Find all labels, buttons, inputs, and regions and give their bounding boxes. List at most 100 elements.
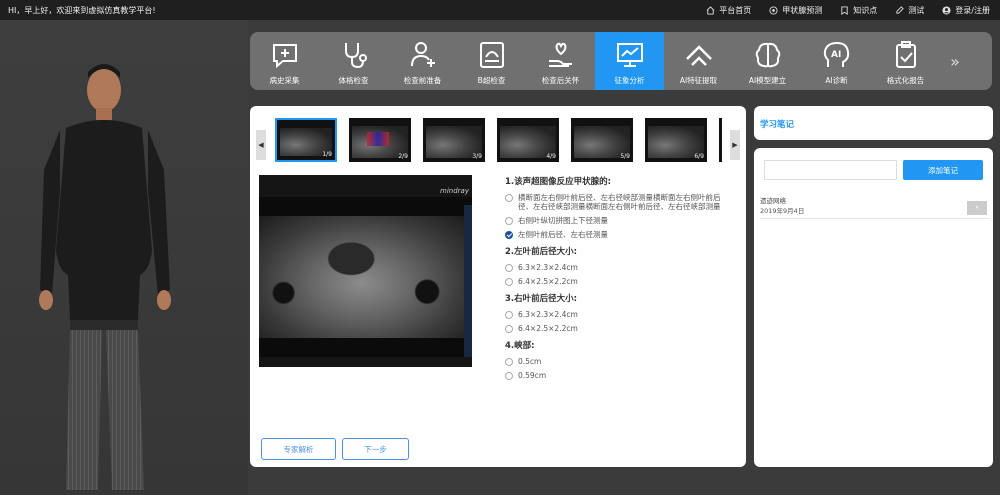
radio-button[interactable] [505,311,513,319]
step-pre-exam[interactable]: 检查前准备 [388,32,457,90]
double-chevron-right-icon: » [950,51,960,71]
option-text: 横断面左右侧叶前后径、左右径峡部测量横断面左右侧叶前后径、左右径峡部测量横断面左… [518,193,721,211]
edit-icon [896,5,905,14]
brain-icon [755,42,780,68]
step-ai-model[interactable]: AI模型建立 [733,32,802,90]
option-text: 6.3×2.3×2.4cm [518,310,578,319]
thumbnail-5[interactable]: 5/9 [571,118,633,162]
step-bar: 病史采集 体格检查 检查前准备 B超检查 检查后关怀 征象分析 AI特征提取 A… [250,32,992,90]
user-icon [942,5,951,15]
nav-knowledge-label: 知识点 [853,5,878,15]
radio-button[interactable] [505,217,513,225]
main-panel: ◀ 1/9 2/9 3/9 4/9 5/9 6/9 ▶ mindray 1.该声… [250,106,746,467]
question-2-option-2[interactable]: 6.4×2.5×2.2cm [505,277,735,286]
ai-head-icon: AI [823,41,849,67]
thumbnail-next-button[interactable]: ▶ [730,130,740,160]
step-ai-feature-label: AI特征提取 [679,76,718,85]
greeting-text: HI，早上好，欢迎来到虚拟仿真教学平台! [8,6,156,15]
radio-button[interactable] [505,278,513,286]
option-text: 6.4×2.5×2.2cm [518,324,578,333]
thumbnail-index: 2/9 [398,153,408,160]
question-1-option-2[interactable]: 右侧叶纵切拼图上下径测量 [505,216,735,225]
caret-left-icon: ◀ [258,141,264,149]
step-b-ultrasound[interactable]: B超检查 [457,32,526,90]
step-ai-diagnosis[interactable]: AI AI诊断 [802,32,871,90]
target-icon [769,5,778,15]
step-ai-diagnosis-label: AI诊断 [825,76,848,85]
thumbnail-prev-button[interactable]: ◀ [256,130,266,160]
bookmark-icon [841,5,848,15]
thumbnail-index: 6/9 [694,153,704,160]
step-history-label: 病史采集 [269,76,300,85]
notes-panel: 添加笔记 遗迹网络 2019年9月4日 ✕ [754,148,993,467]
step-post-care-label: 检查后关怀 [541,76,580,85]
next-step-button[interactable]: 下一步 [342,438,409,460]
radio-button[interactable] [505,264,513,272]
nav-thyroid-predict-label: 甲状腺预测 [782,5,823,15]
question-1-option-1[interactable]: 横断面左右侧叶前后径、左右径峡部测量横断面左右侧叶前后径、左右径峡部测量横断面左… [505,193,735,211]
notes-title: 学习笔记 [760,120,795,130]
step-sign-analysis-label: 征象分析 [614,76,645,85]
radio-button[interactable] [505,325,513,333]
step-physical-exam[interactable]: 体格检查 [319,32,388,90]
nav-login-label: 登录/注册 [955,5,990,15]
clipboard-user-icon [410,42,435,67]
nav-login[interactable]: 登录/注册 [942,5,990,16]
svg-text:AI: AI [831,50,841,60]
virtual-patient-avatar [39,64,171,490]
note-input[interactable] [764,160,897,180]
step-pre-exam-label: 检查前准备 [403,76,442,85]
step-ai-feature[interactable]: AI特征提取 [664,32,733,90]
question-3-option-1[interactable]: 6.3×2.3×2.4cm [505,310,735,319]
thumbnail-2[interactable]: 2/9 [349,118,411,162]
step-next-arrow[interactable]: » [940,32,970,90]
step-history[interactable]: 病史采集 [250,32,319,90]
question-list: 1.该声超图像反应甲状腺的: 横断面左右侧叶前后径、左右径峡部测量横断面左右侧叶… [505,175,735,385]
question-4: 4.峡部: 0.5cm 0.59cm [505,339,735,380]
thumbnail-3[interactable]: 3/9 [423,118,485,162]
radio-button[interactable] [505,358,513,366]
option-text: 6.4×2.5×2.2cm [518,277,578,286]
question-title: 1.该声超图像反应甲状腺的: [505,177,612,187]
step-post-care[interactable]: 检查后关怀 [526,32,595,90]
step-sign-analysis[interactable]: 征象分析 [595,32,664,90]
add-note-button[interactable]: 添加笔记 [903,160,983,180]
thumbnail-1[interactable]: 1/9 [275,118,337,162]
hand-heart-icon [548,42,572,67]
note-text: 遗迹网络 [760,197,786,205]
expert-analysis-button[interactable]: 专家解析 [261,438,336,460]
chat-plus-icon [272,44,297,69]
step-physical-exam-label: 体格检查 [338,76,369,85]
thumbnail-7-partial[interactable] [719,118,722,162]
ultrasound-image: mindray [259,175,472,367]
question-title: 2.左叶前后径大小: [505,247,578,257]
radio-button[interactable] [505,372,513,380]
nav-test[interactable]: 测试 [895,5,924,16]
delete-icon: ✕ [974,205,980,211]
question-3-option-2[interactable]: 6.4×2.5×2.2cm [505,324,735,333]
question-4-option-2[interactable]: 0.59cm [505,371,735,380]
delete-note-button[interactable]: ✕ [967,201,987,215]
option-text: 左侧叶前后径、左右径测量 [518,230,608,239]
radio-button-checked[interactable] [505,231,513,239]
step-b-ultrasound-label: B超检查 [477,76,506,85]
option-text: 0.5cm [518,357,542,366]
option-text: 6.3×2.3×2.4cm [518,263,578,272]
top-bar: HI，早上好，欢迎来到虚拟仿真教学平台! 平台首页 甲状腺预测 知识点 测试 登… [0,0,1000,20]
step-report[interactable]: 格式化报告 [871,32,940,90]
nav-thyroid-predict[interactable]: 甲状腺预测 [769,5,822,16]
thumbnail-index: 3/9 [472,153,482,160]
question-2-option-1[interactable]: 6.3×2.3×2.4cm [505,263,735,272]
home-icon [706,5,715,15]
question-1-option-3[interactable]: 左侧叶前后径、左右径测量 [505,230,735,239]
notes-header: 学习笔记 [754,106,993,140]
note-item: 遗迹网络 2019年9月4日 ✕ [760,195,990,219]
question-4-option-1[interactable]: 0.5cm [505,357,735,366]
option-text: 0.59cm [518,371,547,380]
thumbnail-6[interactable]: 6/9 [645,118,707,162]
nav-home[interactable]: 平台首页 [706,5,751,16]
nav-knowledge[interactable]: 知识点 [840,5,877,16]
radio-button[interactable] [505,194,513,202]
thumbnail-4[interactable]: 4/9 [497,118,559,162]
nav-home-label: 平台首页 [719,5,752,15]
